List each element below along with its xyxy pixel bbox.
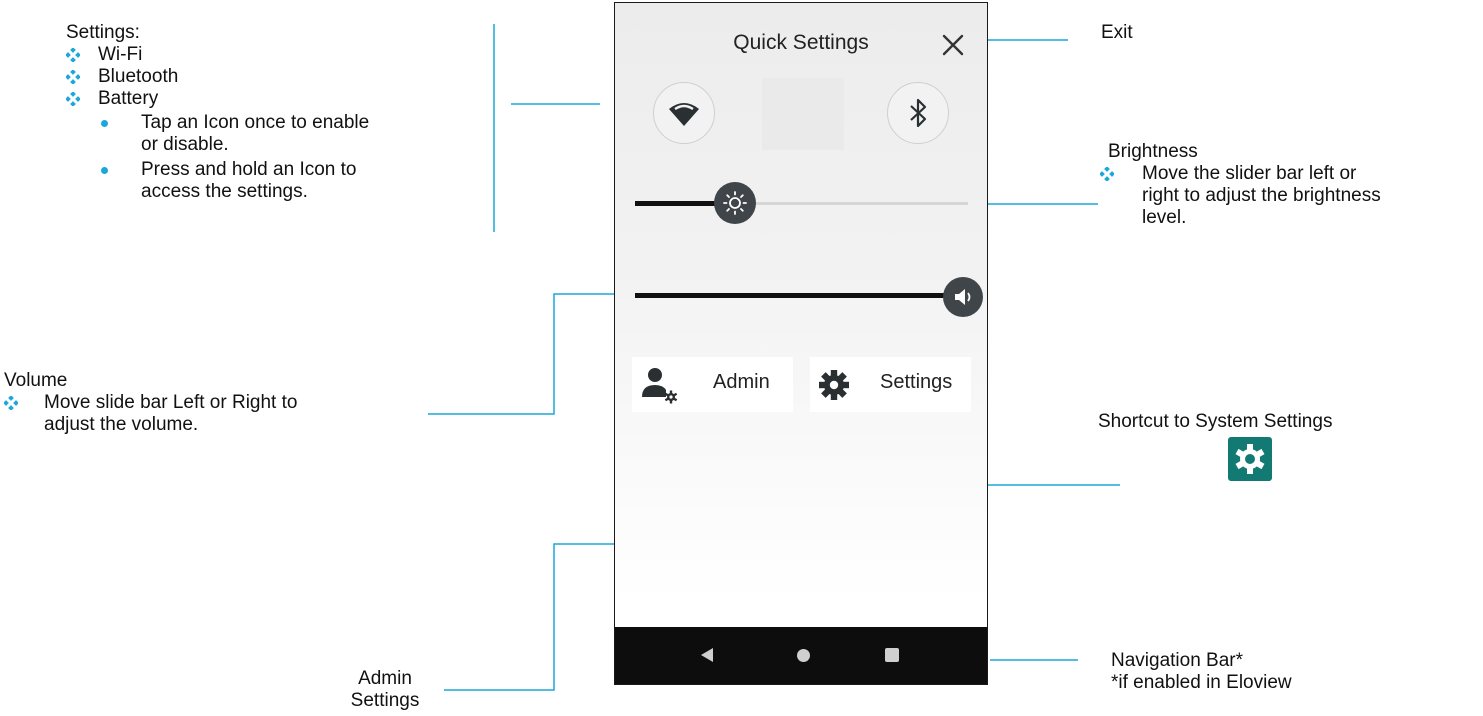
settings-button-label: Settings <box>880 371 953 393</box>
callout-bullet-line: access the settings. <box>141 181 308 202</box>
volume-callout-cont: adjust the volume. <box>0 414 297 436</box>
brightness-callout-line: level. <box>1142 207 1187 228</box>
admin-callout-line2: Settings <box>350 690 420 711</box>
sun-icon <box>722 191 747 215</box>
bluetooth-icon <box>910 98 927 128</box>
close-icon[interactable] <box>939 31 967 59</box>
callout-bullet-line: or disable. <box>141 134 229 155</box>
gear-icon <box>819 370 849 400</box>
callout-bullet-cont: access the settings. <box>62 181 369 203</box>
brightness-callout-heading: Brightness <box>1108 141 1198 162</box>
callout-bullet: Tap an Icon once to enable <box>62 112 369 134</box>
callout-bullet: Press and hold an Icon to <box>62 159 369 181</box>
callout-bullet-cont: or disable. <box>62 134 369 156</box>
dot-bullet-icon <box>101 120 108 127</box>
volume-callout-heading: Volume <box>4 370 68 391</box>
callout-bullet-line: Press and hold an Icon to <box>141 159 357 180</box>
back-icon[interactable] <box>701 648 713 662</box>
volume-slider-handle[interactable] <box>943 277 983 317</box>
home-icon[interactable] <box>797 649 810 662</box>
wifi-icon <box>669 103 699 126</box>
callout-item-label: Battery <box>98 88 159 109</box>
volume-callout-line: adjust the volume. <box>44 414 199 435</box>
settings-button[interactable]: Settings <box>810 357 971 412</box>
callout-item-label: Bluetooth <box>98 66 179 87</box>
bluetooth-toggle[interactable] <box>887 82 949 144</box>
admin-user-icon <box>642 368 678 404</box>
quick-settings-title: Quick Settings <box>733 31 869 54</box>
volume-callout-line: Move slide bar Left or Right to <box>44 392 298 413</box>
admin-button[interactable]: Admin <box>632 357 793 412</box>
navigation-bar <box>615 627 987 684</box>
diamond-bullet-icon <box>4 396 18 410</box>
callout-item-battery: Battery <box>62 88 369 110</box>
system-settings-callout: Shortcut to System Settings <box>1098 411 1332 433</box>
brightness-callout-cont: right to adjust the brightness <box>1096 185 1381 207</box>
brightness-callout-item: Move the slider bar left or <box>1096 163 1381 185</box>
battery-tile-area[interactable] <box>762 78 844 150</box>
admin-button-label: Admin <box>713 371 770 393</box>
admin-callout: Admin Settings <box>330 668 440 712</box>
settings-callout: Settings: Wi-Fi Bluetooth Battery Tap an… <box>62 22 369 203</box>
speaker-icon <box>955 289 971 305</box>
system-settings-gear-icon <box>1228 437 1272 481</box>
diamond-bullet-icon <box>66 92 80 106</box>
system-settings-callout-label: Shortcut to System Settings <box>1098 411 1333 432</box>
diamond-bullet-icon <box>1100 167 1114 181</box>
callout-bullet-line: Tap an Icon once to enable <box>141 112 370 133</box>
recent-apps-icon[interactable] <box>885 648 899 662</box>
brightness-callout: Brightness Move the slider bar left or r… <box>1100 141 1381 229</box>
quick-settings-screen: Quick Settings Admin Settings <box>614 2 988 685</box>
brightness-callout-line: right to adjust the brightness <box>1142 185 1381 206</box>
wifi-toggle[interactable] <box>653 82 715 144</box>
volume-track-fill <box>635 293 968 298</box>
callout-item-wifi: Wi-Fi <box>62 44 369 66</box>
volume-callout-item: Move slide bar Left or Right to <box>0 392 297 414</box>
brightness-callout-line: Move the slider bar left or <box>1142 163 1357 184</box>
callout-item-bluetooth: Bluetooth <box>62 66 369 88</box>
exit-callout: Exit <box>1101 22 1133 44</box>
settings-callout-heading: Settings: <box>66 22 140 43</box>
diamond-bullet-icon <box>66 48 80 62</box>
brightness-callout-cont: level. <box>1096 207 1381 229</box>
navbar-callout: Navigation Bar* *if enabled in Eloview <box>1111 650 1292 694</box>
callout-item-label: Wi-Fi <box>98 44 143 65</box>
dot-bullet-icon <box>101 167 108 174</box>
exit-callout-label: Exit <box>1101 22 1133 43</box>
admin-callout-line1: Admin <box>358 668 412 689</box>
navbar-callout-line1: Navigation Bar* <box>1111 650 1244 671</box>
diamond-bullet-icon <box>66 70 80 84</box>
navbar-callout-line2: *if enabled in Eloview <box>1111 672 1292 693</box>
brightness-slider-handle[interactable] <box>713 182 756 224</box>
volume-callout: Volume Move slide bar Left or Right to a… <box>4 370 297 436</box>
